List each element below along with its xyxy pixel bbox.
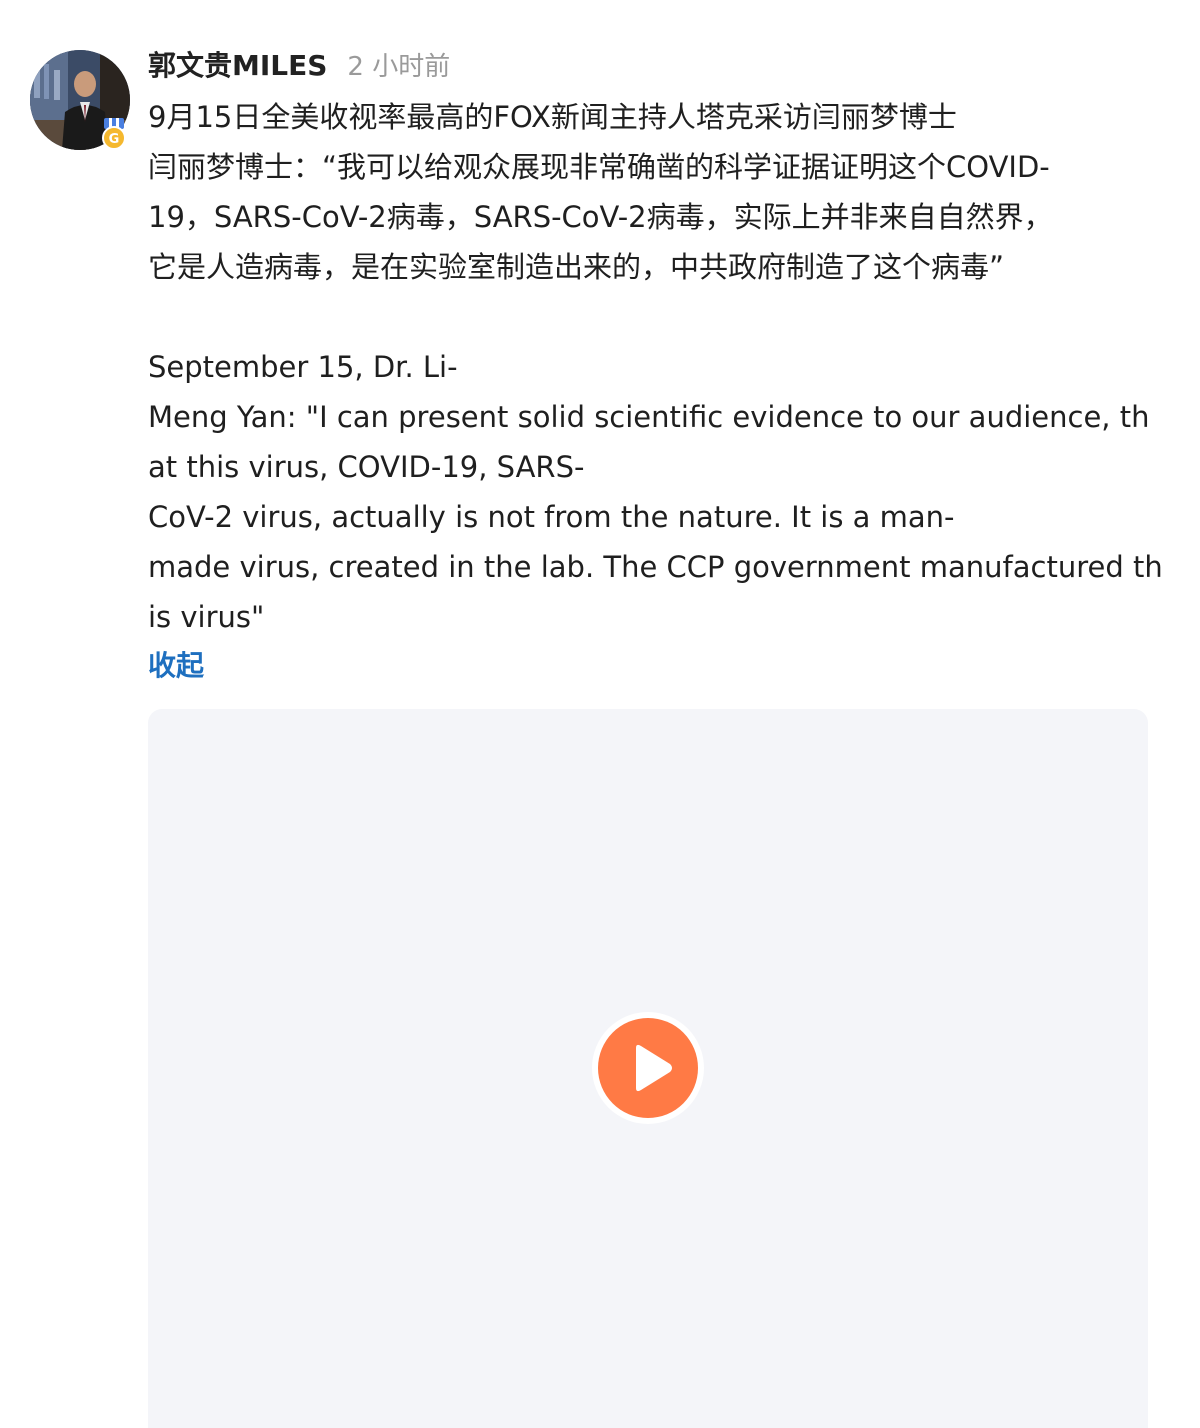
post-text-line: CoV-2 virus, actually is not from the na… <box>148 500 955 534</box>
post-text-line: 它是人造病毒，是在实验室制造出来的，中共政府制造了这个病毒” <box>148 250 1005 284</box>
post-text: 9月15日全美收视率最高的FOX新闻主持人塔克采访闫丽梦博士 闫丽梦博士：“我可… <box>148 92 1163 642</box>
play-icon[interactable] <box>591 1011 705 1125</box>
post-timestamp: 2 小时前 <box>347 52 451 82</box>
post-text-line: made virus, created in the lab. The CCP … <box>148 550 1163 584</box>
post-card: G 郭文贵MILES 2 小时前 9月15日全美收视率最高的FOX新闻主持人塔克… <box>0 0 1200 1428</box>
post-text-line: 闫丽梦博士：“我可以给观众展现非常确凿的科学证据证明这个COVID- <box>148 150 1050 184</box>
verified-medal-badge-icon: G <box>102 118 126 150</box>
collapse-text-link[interactable]: 收起 <box>148 644 204 684</box>
post-header: 郭文贵MILES 2 小时前 <box>148 44 451 82</box>
post-text-line: 19，SARS-CoV-2病毒，SARS-CoV-2病毒，实际上并非来自自然界， <box>148 200 1053 234</box>
svg-text:G: G <box>109 132 120 147</box>
post-text-line: is virus" <box>148 600 265 634</box>
author-name[interactable]: 郭文贵MILES <box>148 44 327 84</box>
post-text-blank-line <box>148 292 1163 342</box>
post-text-line: at this virus, COVID-19, SARS- <box>148 450 585 484</box>
post-text-line: Meng Yan: "I can present solid scientifi… <box>148 400 1150 434</box>
post-text-line: September 15, Dr. Li- <box>148 350 458 384</box>
post-text-line: 9月15日全美收视率最高的FOX新闻主持人塔克采访闫丽梦博士 <box>148 100 957 134</box>
